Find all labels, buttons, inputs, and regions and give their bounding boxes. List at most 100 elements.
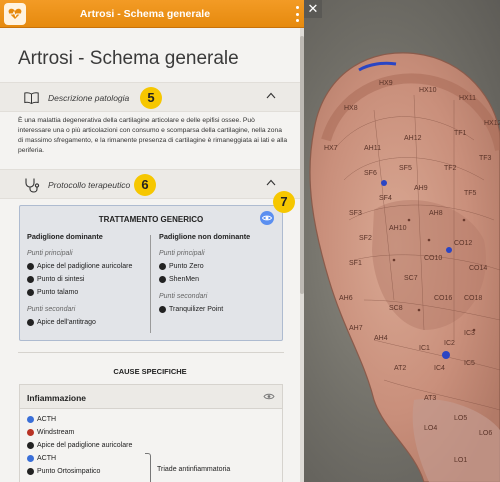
eye-toggle-button[interactable]: [260, 211, 274, 225]
list-item[interactable]: ACTH: [27, 452, 277, 465]
list-item[interactable]: ACTH: [27, 413, 277, 426]
section-label-protocol: Protocollo terapeutico: [48, 180, 131, 190]
primary-points-label: Punti principali: [159, 250, 205, 257]
svg-text:SC7: SC7: [404, 275, 418, 282]
point-dot: [27, 289, 34, 296]
point-dot: [159, 306, 166, 313]
svg-text:CO18: CO18: [464, 295, 482, 302]
pathology-description: È una malattia degenerativa della cartil…: [18, 117, 288, 154]
svg-text:LO5: LO5: [454, 415, 467, 422]
list-item[interactable]: Punto Ortosimpatico: [27, 465, 277, 478]
secondary-points-label: Punti secondari: [27, 306, 76, 313]
ear-model[interactable]: HX8 HX9 HX10 HX11 HX7 HX12 AH11 AH12 TF1 TF3 SF6…: [304, 0, 500, 482]
window-titlebar[interactable]: Artrosi - Schema generale: [0, 0, 304, 28]
svg-text:SF1: SF1: [349, 260, 362, 267]
point-label: Punto Ortosimpatico: [37, 468, 101, 475]
point-label: Punto talamo: [37, 289, 79, 296]
inflammation-header[interactable]: Infiammazione: [20, 385, 282, 409]
inflammation-list: ACTH Windstream Apice del padiglione aur…: [27, 413, 277, 482]
svg-text:CO16: CO16: [434, 295, 452, 302]
point-dot: [27, 429, 34, 436]
page-title: Artrosi - Schema generale: [18, 48, 239, 69]
ear-point-blue: [381, 180, 387, 186]
svg-text:TF3: TF3: [479, 155, 492, 162]
ear-3d-view[interactable]: HX8 HX9 HX10 HX11 HX7 HX12 AH11 AH12 TF1 TF3 SF6…: [304, 0, 500, 482]
svg-text:HX10: HX10: [419, 87, 437, 94]
point-label: Apice del padiglione auricolare: [37, 442, 133, 449]
point-label: Windstream: [37, 429, 75, 436]
eye-icon: [261, 215, 273, 221]
point-dot: [27, 442, 34, 449]
point-label: Apice dell'antitrago: [37, 319, 96, 326]
window-title: Artrosi - Schema generale: [79, 8, 211, 20]
svg-text:AH6: AH6: [339, 295, 353, 302]
group-brace: [145, 453, 151, 482]
svg-text:TF5: TF5: [464, 190, 477, 197]
point-dot: [27, 276, 34, 283]
svg-text:CO14: CO14: [469, 265, 487, 272]
point-item[interactable]: Punto talamo: [27, 286, 149, 299]
list-item[interactable]: Windstream: [27, 426, 277, 439]
section-label-pathology: Descrizione patologia: [48, 93, 130, 103]
scroll-thumb[interactable]: [300, 36, 304, 294]
svg-text:HX7: HX7: [324, 145, 338, 152]
section-divider: [18, 352, 284, 353]
svg-text:SF3: SF3: [349, 210, 362, 217]
point-item[interactable]: Punto Zero: [159, 260, 281, 273]
svg-text:AH11: AH11: [364, 145, 381, 152]
step-badge-7: 7: [273, 191, 295, 213]
point-label: Apice del padiglione auricolare: [37, 263, 133, 270]
svg-text:AT3: AT3: [424, 395, 436, 402]
point-item[interactable]: Apice dell'antitrago: [27, 316, 149, 329]
section-header-protocol[interactable]: Protocollo terapeutico 6: [0, 169, 300, 199]
ear-point-blue: [446, 247, 452, 253]
svg-text:HX9: HX9: [379, 80, 393, 87]
svg-text:IC5: IC5: [464, 360, 475, 367]
point-dot: [27, 263, 34, 270]
svg-text:LO4: LO4: [424, 425, 437, 432]
eye-icon[interactable]: [263, 392, 275, 401]
svg-text:TF2: TF2: [444, 165, 457, 172]
column-title: Padiglione non dominante: [159, 232, 251, 241]
svg-text:AH4: AH4: [374, 335, 388, 342]
vertical-scrollbar[interactable]: [300, 28, 304, 482]
list-item[interactable]: Apice del padiglione auricolare: [27, 439, 277, 452]
point-label: ShenMen: [169, 276, 199, 283]
point-dot: [27, 319, 34, 326]
step-badge-5: 5: [140, 87, 162, 109]
point-item[interactable]: Apice del padiglione auricolare: [27, 260, 149, 273]
close-button[interactable]: ✕: [304, 0, 322, 18]
secondary-points-label: Punti secondari: [159, 293, 208, 300]
point-label: Punto di sintesi: [37, 276, 85, 283]
specific-causes-title: CAUSE SPECIFICHE: [113, 367, 187, 376]
svg-text:AH7: AH7: [349, 325, 363, 332]
point-dot: [159, 276, 166, 283]
point-item[interactable]: ShenMen: [159, 273, 281, 286]
stethoscope-icon: [25, 178, 40, 193]
point-label: ACTH: [37, 416, 57, 423]
step-badge-6: 6: [134, 174, 156, 196]
non-dominant-column: Padiglione non dominante Punti principal…: [159, 232, 281, 316]
svg-text:SC8: SC8: [389, 305, 403, 312]
more-vertical-icon[interactable]: [293, 6, 301, 22]
point-item[interactable]: Punto di sintesi: [27, 273, 149, 286]
svg-text:AH8: AH8: [429, 210, 443, 217]
svg-text:SF5: SF5: [399, 165, 412, 172]
svg-text:IC1: IC1: [419, 345, 430, 352]
point-item[interactable]: Tranquilizer Point: [159, 303, 281, 316]
chevron-up-icon[interactable]: [266, 92, 276, 99]
primary-points-label: Punti principali: [27, 250, 73, 257]
point-label: Punto Zero: [169, 263, 204, 270]
treatment-title: TRATTAMENTO GENERICO: [98, 215, 204, 224]
svg-text:SF4: SF4: [379, 195, 392, 202]
svg-text:SF6: SF6: [364, 170, 377, 177]
svg-text:CO10: CO10: [424, 255, 442, 262]
chevron-up-icon[interactable]: [266, 179, 276, 186]
svg-text:AH9: AH9: [414, 185, 428, 192]
point-dot: [27, 416, 34, 423]
svg-text:IC2: IC2: [444, 340, 455, 347]
point-dot: [27, 455, 34, 462]
book-icon: [24, 92, 39, 104]
point-dot: [27, 468, 34, 475]
section-header-pathology[interactable]: Descrizione patologia 5: [0, 82, 300, 112]
